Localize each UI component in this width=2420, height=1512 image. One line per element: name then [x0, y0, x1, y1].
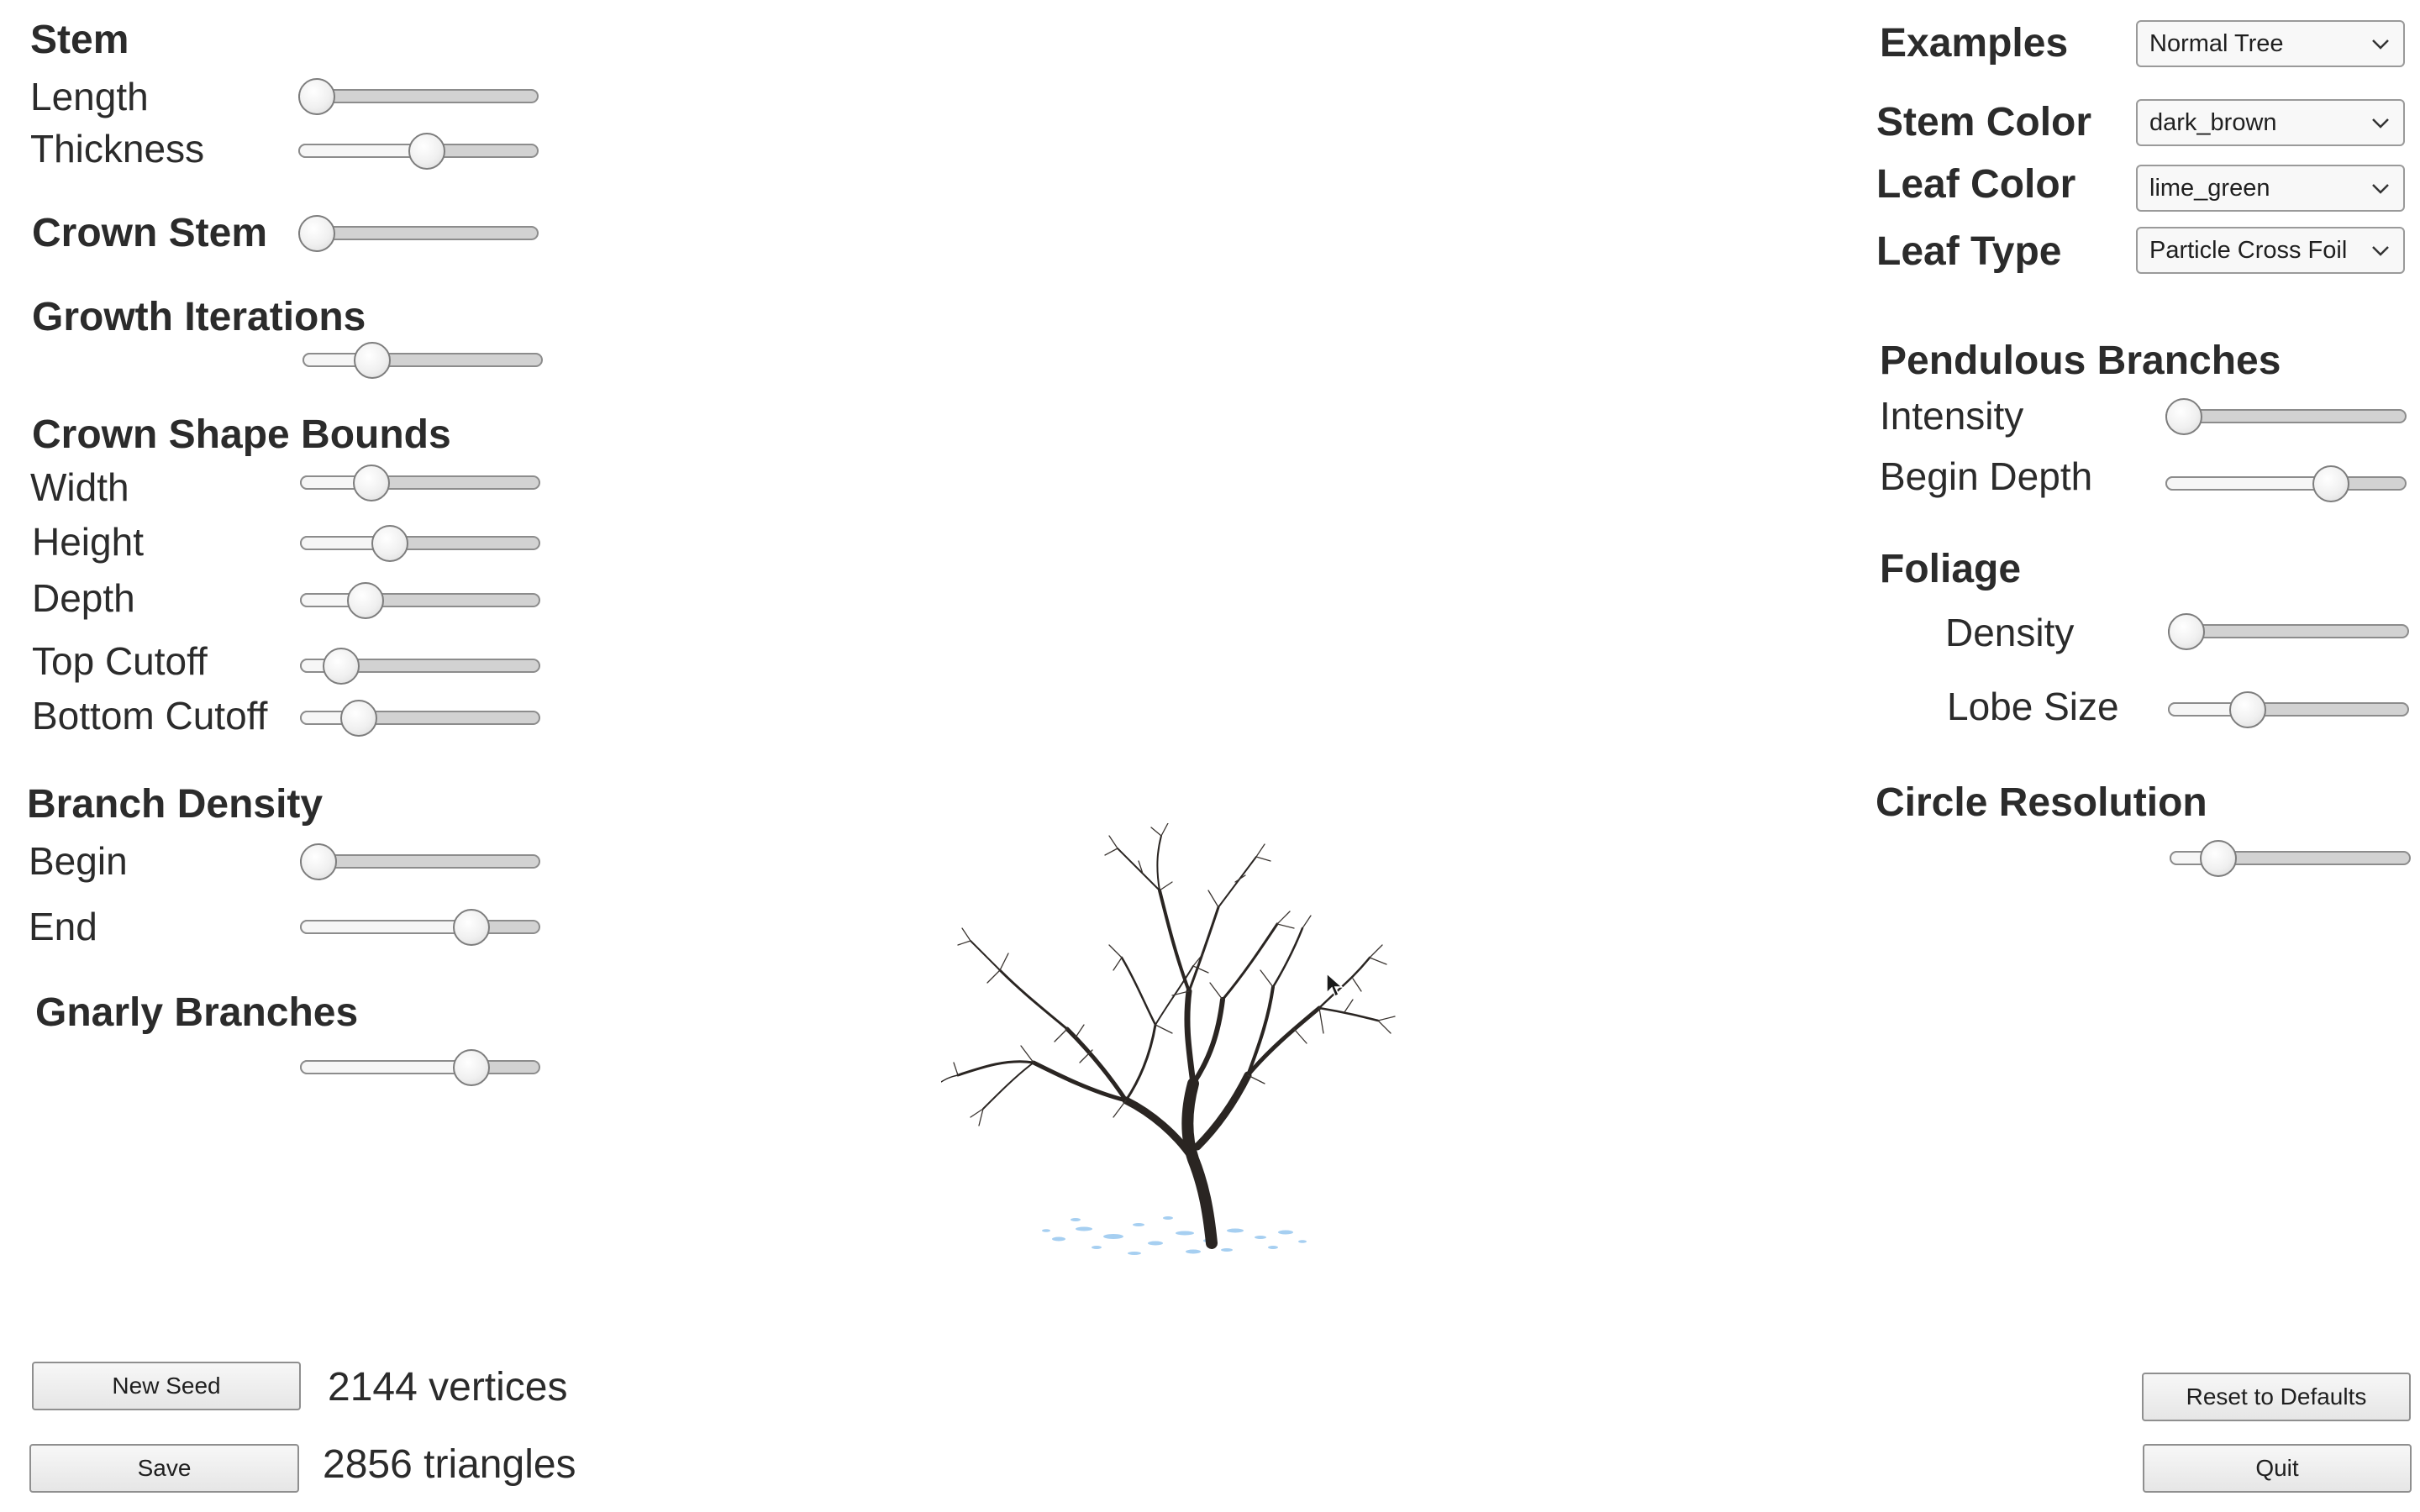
mouse-pointer-icon: [1326, 973, 1344, 998]
quit-button[interactable]: Quit: [2143, 1444, 2412, 1493]
foliage-density-label: Density: [1945, 611, 2075, 654]
crown-width-label: Width: [30, 465, 129, 509]
reset-to-defaults-button[interactable]: Reset to Defaults: [2142, 1373, 2411, 1421]
stem-thickness-slider[interactable]: [298, 133, 539, 170]
stem-color-dropdown[interactable]: dark_brown: [2136, 99, 2405, 146]
chevron-down-icon: [2372, 246, 2389, 256]
pendulous-begin-depth-label: Begin Depth: [1880, 454, 2093, 498]
leaf-color-dropdown[interactable]: lime_green: [2136, 165, 2405, 212]
chevron-down-icon: [2372, 39, 2389, 50]
growth-iterations-slider[interactable]: [302, 342, 543, 379]
foliage-heading: Foliage: [1880, 547, 2022, 591]
new-seed-button[interactable]: New Seed: [32, 1362, 301, 1410]
crown-width-slider[interactable]: [300, 465, 540, 501]
top-cutoff-label: Top Cutoff: [32, 639, 208, 683]
stem-color-selected: dark_brown: [2149, 109, 2277, 136]
pendulous-begin-depth-slider[interactable]: [2165, 465, 2407, 502]
chevron-down-icon: [2372, 184, 2389, 194]
branch-density-end-slider[interactable]: [300, 909, 540, 946]
triangles-count: 2856 triangles: [323, 1442, 576, 1487]
foliage-lobe-size-slider[interactable]: [2168, 691, 2409, 728]
crown-stem-heading: Crown Stem: [32, 211, 268, 255]
vertices-count: 2144 vertices: [328, 1365, 568, 1410]
branch-density-end-label: End: [29, 905, 97, 948]
tree-viewport[interactable]: [941, 823, 1412, 1277]
tree-branches: [941, 835, 1380, 1249]
gnarly-branches-heading: Gnarly Branches: [35, 990, 359, 1035]
crown-depth-label: Depth: [32, 576, 135, 620]
leaf-particles: [1042, 1216, 1307, 1255]
pendulous-intensity-label: Intensity: [1880, 394, 2024, 438]
bottom-cutoff-slider[interactable]: [300, 700, 540, 737]
circle-resolution-slider[interactable]: [2170, 840, 2411, 877]
leaf-color-selected: lime_green: [2149, 175, 2270, 202]
top-cutoff-slider[interactable]: [300, 648, 540, 685]
gnarly-branches-slider[interactable]: [300, 1049, 540, 1086]
leaf-color-label: Leaf Color: [1876, 162, 2076, 207]
crown-height-label: Height: [32, 520, 144, 564]
chevron-down-icon: [2372, 118, 2389, 129]
crown-height-slider[interactable]: [300, 525, 540, 562]
stem-length-label: Length: [30, 75, 149, 118]
examples-dropdown[interactable]: Normal Tree: [2136, 20, 2405, 67]
bottom-cutoff-label: Bottom Cutoff: [32, 694, 268, 738]
growth-iterations-heading: Growth Iterations: [32, 295, 366, 339]
pendulous-intensity-slider[interactable]: [2165, 398, 2407, 435]
stem-length-slider[interactable]: [298, 78, 539, 115]
examples-label: Examples: [1880, 21, 2069, 66]
branch-density-heading: Branch Density: [27, 782, 324, 827]
foliage-lobe-size-label: Lobe Size: [1947, 685, 2119, 728]
leaf-type-selected: Particle Cross Foil: [2149, 237, 2348, 264]
save-button[interactable]: Save: [29, 1444, 299, 1493]
stem-color-label: Stem Color: [1876, 100, 2092, 144]
branch-density-begin-label: Begin: [29, 839, 128, 883]
stem-heading: Stem: [30, 18, 129, 62]
stem-thickness-label: Thickness: [30, 127, 205, 171]
branch-density-begin-slider[interactable]: [300, 843, 540, 880]
examples-selected: Normal Tree: [2149, 30, 2284, 57]
tree-generator-window: Stem Length Thickness Crown Stem Growth …: [0, 0, 2420, 1512]
foliage-density-slider[interactable]: [2168, 613, 2409, 650]
leaf-type-dropdown[interactable]: Particle Cross Foil: [2136, 227, 2405, 274]
crown-depth-slider[interactable]: [300, 582, 540, 619]
crown-shape-bounds-heading: Crown Shape Bounds: [32, 412, 451, 457]
circle-resolution-heading: Circle Resolution: [1876, 780, 2207, 825]
leaf-type-label: Leaf Type: [1876, 229, 2062, 274]
crown-stem-slider[interactable]: [298, 215, 539, 252]
pendulous-branches-heading: Pendulous Branches: [1880, 339, 2281, 383]
